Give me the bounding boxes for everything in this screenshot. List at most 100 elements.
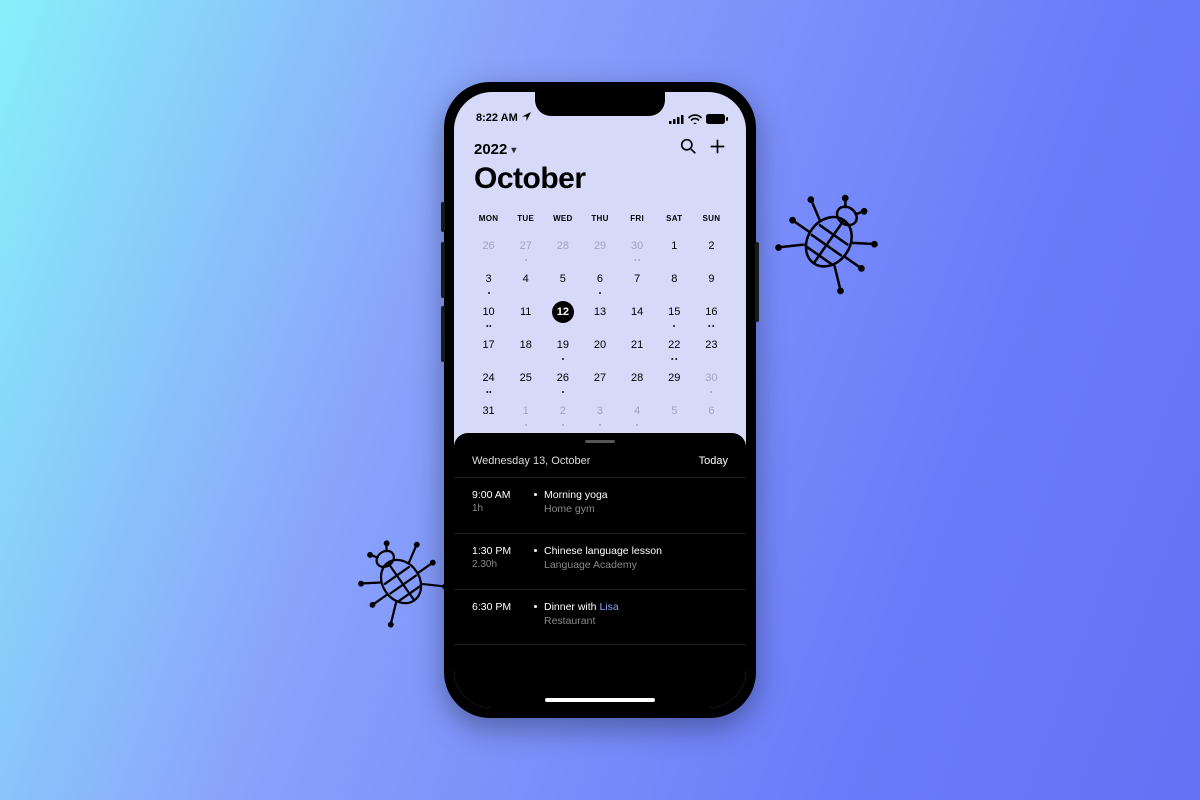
plus-icon[interactable]	[709, 138, 726, 160]
day-number: 22	[663, 334, 685, 356]
agenda-date: Wednesday 13, October	[472, 455, 590, 467]
location-arrow-icon	[522, 112, 531, 124]
screen: 8:22 AM 2022	[454, 92, 746, 708]
calendar-day[interactable]: 24	[470, 361, 507, 394]
weekday-label: WED	[544, 210, 581, 229]
day-number: 5	[663, 400, 685, 422]
event-body: Dinner with LisaRestaurant	[534, 600, 619, 634]
calendar-day[interactable]: 1	[507, 394, 544, 427]
calendar-day[interactable]: 20	[581, 328, 618, 361]
day-number: 23	[700, 334, 722, 356]
day-number: 7	[626, 268, 648, 290]
calendar-day[interactable]: 27	[507, 229, 544, 262]
calendar-day[interactable]: 15	[656, 295, 693, 328]
day-number: 8	[663, 268, 685, 290]
home-indicator[interactable]	[545, 698, 655, 702]
event-dots	[673, 325, 675, 327]
calendar-day[interactable]: 2	[693, 229, 730, 262]
calendar-day[interactable]: 18	[507, 328, 544, 361]
calendar-day[interactable]: 2	[544, 394, 581, 427]
calendar-header: 2022 ▾ October	[454, 126, 746, 204]
calendar-day[interactable]: 28	[619, 361, 656, 394]
calendar-day[interactable]: 5	[656, 394, 693, 427]
day-number: 17	[478, 334, 500, 356]
event-row[interactable]: 6:30 PMDinner with LisaRestaurant	[454, 589, 746, 645]
calendar-day[interactable]: 23	[693, 328, 730, 361]
day-number: 29	[663, 367, 685, 389]
weekday-label: SUN	[693, 210, 730, 229]
day-number: 30	[700, 367, 722, 389]
event-dots	[562, 358, 564, 360]
year-selector[interactable]: 2022 ▾	[474, 141, 516, 158]
calendar-day[interactable]: 16	[693, 295, 730, 328]
day-number: 9	[700, 268, 722, 290]
calendar-day[interactable]: 17	[470, 328, 507, 361]
calendar-day[interactable]: 8	[656, 262, 693, 295]
weekday-label: THU	[581, 210, 618, 229]
day-number: 6	[700, 400, 722, 422]
calendar-day[interactable]: 30	[693, 361, 730, 394]
notch	[535, 92, 665, 116]
calendar-day[interactable]: 10	[470, 295, 507, 328]
calendar-day[interactable]: 5	[544, 262, 581, 295]
calendar-day[interactable]: 6	[693, 394, 730, 427]
day-number: 2	[700, 235, 722, 257]
calendar-day[interactable]: 28	[544, 229, 581, 262]
today-button[interactable]: Today	[699, 455, 728, 467]
day-number: 28	[626, 367, 648, 389]
agenda-panel[interactable]: Wednesday 13, October Today 9:00 AM1hMor…	[454, 433, 746, 708]
calendar-day[interactable]: 26	[544, 361, 581, 394]
calendar-day[interactable]: 29	[581, 229, 618, 262]
calendar-day[interactable]: 14	[619, 295, 656, 328]
event-dots	[672, 358, 678, 360]
event-dots	[599, 292, 601, 294]
day-number: 24	[478, 367, 500, 389]
search-icon[interactable]	[680, 138, 697, 160]
calendar-day[interactable]: 11	[507, 295, 544, 328]
event-dots	[599, 424, 601, 426]
event-dots	[636, 424, 638, 426]
calendar-day[interactable]: 4	[619, 394, 656, 427]
calendar-day[interactable]: 13	[581, 295, 618, 328]
event-row[interactable]: 9:00 AM1hMorning yogaHome gym	[454, 477, 746, 533]
day-number: 29	[589, 235, 611, 257]
day-number: 19	[552, 334, 574, 356]
calendar-day[interactable]: 22	[656, 328, 693, 361]
month-title: October	[474, 162, 726, 196]
event-row[interactable]: 1:30 PM2.30hChinese language lessonLangu…	[454, 533, 746, 589]
chevron-down-icon: ▾	[511, 145, 516, 156]
phone-frame: 8:22 AM 2022	[444, 82, 756, 718]
calendar-day[interactable]: 26	[470, 229, 507, 262]
weekday-label: MON	[470, 210, 507, 229]
calendar-day[interactable]: 27	[581, 361, 618, 394]
calendar-day[interactable]: 4	[507, 262, 544, 295]
calendar-day[interactable]: 30	[619, 229, 656, 262]
calendar-day[interactable]: 9	[693, 262, 730, 295]
day-number: 30	[626, 235, 648, 257]
day-number: 12	[552, 301, 574, 323]
calendar-day[interactable]: 12	[544, 295, 581, 328]
battery-icon	[706, 114, 728, 124]
calendar-day[interactable]: 6	[581, 262, 618, 295]
calendar-day[interactable]: 7	[619, 262, 656, 295]
day-number: 4	[515, 268, 537, 290]
calendar-day[interactable]: 1	[656, 229, 693, 262]
calendar-day[interactable]: 21	[619, 328, 656, 361]
calendar-day[interactable]: 19	[544, 328, 581, 361]
day-number: 31	[478, 400, 500, 422]
day-number: 13	[589, 301, 611, 323]
calendar-day[interactable]: 3	[581, 394, 618, 427]
event-time: 9:00 AM1h	[472, 488, 534, 523]
day-number: 1	[515, 400, 537, 422]
drag-handle-icon[interactable]	[585, 440, 615, 443]
calendar-day[interactable]: 29	[656, 361, 693, 394]
day-number: 10	[478, 301, 500, 323]
event-time: 1:30 PM2.30h	[472, 544, 534, 579]
day-number: 5	[552, 268, 574, 290]
calendar-day[interactable]: 25	[507, 361, 544, 394]
weekday-label: SAT	[656, 210, 693, 229]
day-number: 25	[515, 367, 537, 389]
event-dots	[486, 391, 492, 393]
calendar-day[interactable]: 31	[470, 394, 507, 427]
calendar-day[interactable]: 3	[470, 262, 507, 295]
